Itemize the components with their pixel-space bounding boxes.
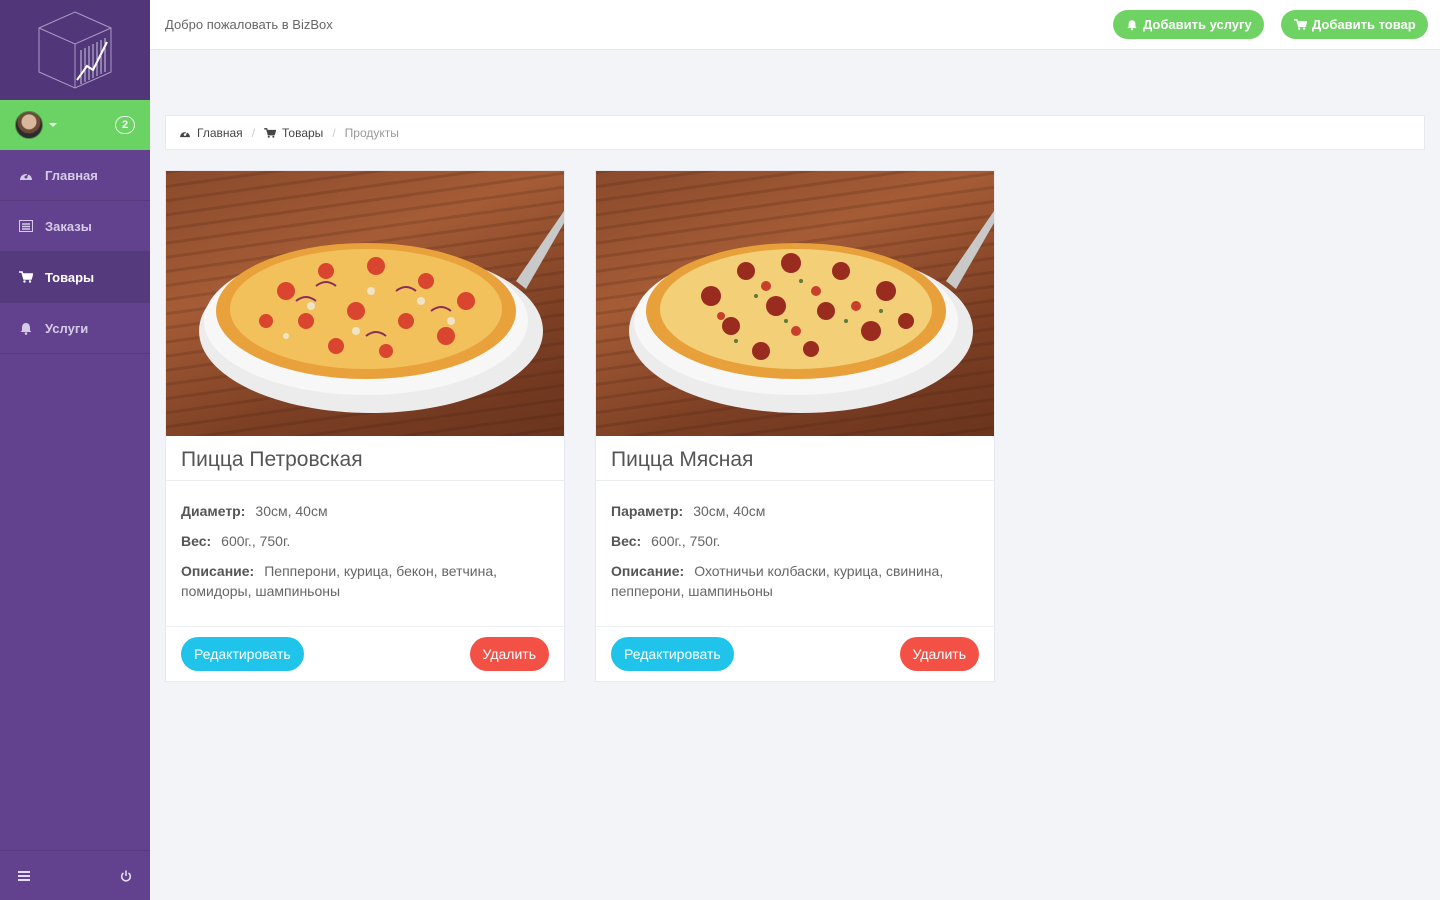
breadcrumb-separator: / xyxy=(332,125,336,140)
notification-badge[interactable]: 2 xyxy=(115,116,135,134)
sidebar-item-services[interactable]: Услуги xyxy=(0,303,150,354)
delete-button[interactable]: Удалить xyxy=(469,637,549,671)
menu-toggle-icon[interactable] xyxy=(18,870,30,881)
weight-label: Вес: xyxy=(611,533,642,549)
param-value: 30см, 40см xyxy=(693,503,766,519)
dashboard-icon xyxy=(180,130,190,137)
product-image[interactable] xyxy=(596,171,994,436)
card-actions: Редактировать Удалить xyxy=(596,627,994,681)
product-card: Пицца Петровская Диаметр: 30см, 40см Вес:… xyxy=(165,170,565,682)
sidebar-item-label: Главная xyxy=(45,167,98,183)
sidebar-item-home[interactable]: Главная xyxy=(0,150,150,201)
cart-icon xyxy=(1294,19,1307,30)
breadcrumb-home[interactable]: Главная xyxy=(179,126,243,140)
power-icon[interactable] xyxy=(120,870,132,882)
sidebar-footer xyxy=(0,850,150,900)
app-logo[interactable] xyxy=(0,0,150,100)
product-image[interactable] xyxy=(166,171,564,436)
user-bar[interactable]: 2 xyxy=(0,100,150,150)
add-product-button[interactable]: Добавить товар xyxy=(1281,10,1428,39)
breadcrumb-home-label: Главная xyxy=(197,125,243,140)
edit-button[interactable]: Редактировать xyxy=(181,637,304,671)
description-label: Описание: xyxy=(611,563,685,579)
chevron-down-icon[interactable] xyxy=(49,123,57,127)
breadcrumb: Главная / Товары / Продукты xyxy=(165,115,1425,150)
sidebar-item-label: Товары xyxy=(45,269,95,285)
cart-icon xyxy=(264,127,277,138)
product-card: Пицца Мясная Параметр: 30см, 40см Вес: 600… xyxy=(595,170,995,682)
description-label: Описание: xyxy=(181,563,255,579)
product-details: Диаметр: 30см, 40см Вес: 600г., 750г. Опис… xyxy=(166,481,564,627)
sidebar-item-label: Услуги xyxy=(45,320,89,336)
product-details: Параметр: 30см, 40см Вес: 600г., 750г. Опи… xyxy=(596,481,994,627)
edit-button[interactable]: Редактировать xyxy=(611,637,734,671)
param-label: Диаметр: xyxy=(181,503,246,519)
top-bar: Добро пожаловать в BizBox Добавить услуг… xyxy=(150,0,1440,50)
list-icon xyxy=(18,219,34,233)
card-actions: Редактировать Удалить xyxy=(166,627,564,681)
add-service-button[interactable]: Добавить услугу xyxy=(1113,10,1264,39)
add-service-label: Добавить услугу xyxy=(1143,17,1252,32)
delete-button[interactable]: Удалить xyxy=(899,637,979,671)
bell-icon xyxy=(18,321,34,335)
sidebar-item-products[interactable]: Товары xyxy=(0,252,150,303)
pizza-image-icon xyxy=(199,211,564,413)
breadcrumb-products[interactable]: Товары xyxy=(264,126,323,140)
breadcrumb-current: Продукты xyxy=(344,125,399,140)
weight-label: Вес: xyxy=(181,533,212,549)
sidebar-item-orders[interactable]: Заказы xyxy=(0,201,150,252)
breadcrumb-products-label: Товары xyxy=(282,125,324,140)
weight-value: 600г., 750г. xyxy=(221,533,291,549)
sidebar: 2 Главная Заказы Товары Услуги xyxy=(0,0,150,900)
bell-icon xyxy=(1127,19,1137,30)
dashboard-icon xyxy=(18,168,34,182)
breadcrumb-separator: / xyxy=(251,125,256,140)
welcome-text: Добро пожаловать в BizBox xyxy=(165,17,333,32)
pizza-image-icon xyxy=(629,211,994,413)
param-label: Параметр: xyxy=(611,503,684,519)
product-title: Пицца Петровская xyxy=(166,436,564,481)
cart-icon xyxy=(18,270,34,284)
param-value: 30см, 40см xyxy=(255,503,328,519)
sidebar-item-label: Заказы xyxy=(45,218,92,234)
avatar[interactable] xyxy=(15,111,43,139)
add-product-label: Добавить товар xyxy=(1312,17,1416,32)
product-title: Пицца Мясная xyxy=(596,436,994,481)
cube-logo-icon xyxy=(38,11,112,89)
weight-value: 600г., 750г. xyxy=(651,533,721,549)
